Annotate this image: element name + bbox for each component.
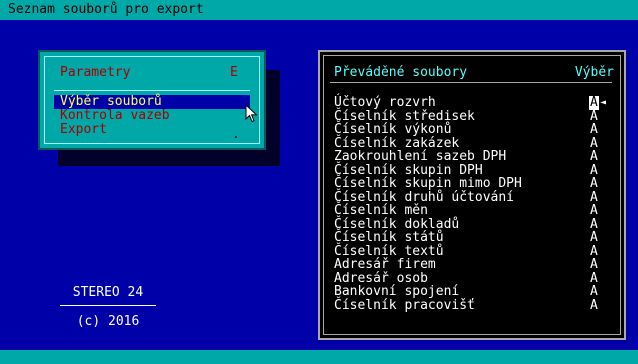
selection-flag[interactable]: A	[590, 244, 598, 259]
parameters-menu: Parametry E Výběr souborů Kontrola vazeb…	[38, 50, 266, 150]
selection-flag[interactable]: A	[590, 136, 598, 151]
selection-flag[interactable]: A	[590, 217, 598, 232]
selection-header-label: Výběr	[574, 65, 614, 80]
list-item[interactable]: Číselník zakázek A	[334, 135, 620, 151]
file-name: Číselník středisek	[334, 108, 475, 124]
list-item[interactable]: Číselník textů A	[334, 243, 620, 259]
selection-flag[interactable]: A	[589, 96, 599, 110]
status-bar	[0, 350, 638, 364]
menu-item-vyber-souboru[interactable]: Výběr souborů	[54, 95, 250, 109]
selection-flag[interactable]: A	[590, 123, 598, 137]
title-bar: Seznam souborů pro export	[0, 0, 638, 20]
file-name: Číselník zakázek	[334, 135, 460, 151]
menu-item-export[interactable]: Export	[60, 123, 107, 137]
menu-title: Parametry	[60, 65, 131, 80]
selection-flag[interactable]: A	[590, 285, 598, 299]
selection-flag[interactable]: A	[590, 190, 598, 205]
file-name: Číselník druhů účtování	[334, 189, 515, 205]
list-item[interactable]: Číselník států A	[334, 231, 620, 245]
selection-flag[interactable]: A	[590, 150, 598, 164]
selection-flag[interactable]: A	[590, 298, 598, 313]
files-panel: Převáděné soubory Výběr Účtový rozvrh A ◄ Č…	[318, 50, 626, 340]
list-item[interactable]: Číselník měn A	[334, 204, 620, 218]
left-triangle-icon: ◄	[600, 97, 607, 108]
file-list: Účtový rozvrh A ◄ Číselník středisek A Číseln…	[334, 96, 620, 312]
file-name: Bankovní spojení	[334, 284, 460, 299]
selection-flag[interactable]: A	[590, 109, 598, 124]
file-name: Účtový rozvrh	[334, 95, 436, 110]
menu-trailing-mark: .	[232, 127, 240, 142]
selection-flag[interactable]: A	[590, 177, 598, 191]
brand-divider	[60, 305, 156, 306]
list-item[interactable]: Účtový rozvrh A ◄	[334, 96, 620, 110]
list-item[interactable]: Číselník dokladů A	[334, 216, 620, 232]
list-item[interactable]: Číselník výkonů A	[334, 123, 620, 137]
file-name: Číselník skupin DPH	[334, 162, 483, 178]
brand-block: STEREO 24 (c) 2016	[60, 286, 156, 329]
file-name: Číselník výkonů	[334, 122, 452, 137]
selection-flag[interactable]: A	[590, 163, 598, 178]
brand-name: STEREO 24	[72, 285, 144, 300]
window-title: Seznam souborů pro export	[8, 2, 204, 17]
selection-flag[interactable]: A	[590, 258, 598, 272]
list-item[interactable]: Bankovní spojení A	[334, 285, 620, 299]
menu-title-key: E	[230, 65, 238, 80]
files-header-label: Převáděné soubory	[334, 65, 468, 80]
file-name: Adresář osob	[334, 270, 428, 286]
menu-divider	[54, 90, 250, 91]
list-item[interactable]: Číselník středisek A	[334, 108, 620, 124]
selection-flag[interactable]: A	[590, 231, 598, 245]
list-item[interactable]: Adresář firem A	[334, 258, 620, 272]
list-item[interactable]: Číselník skupin DPH A	[334, 162, 620, 178]
brand-copyright: (c) 2016	[76, 314, 140, 329]
list-item[interactable]: Číselník druhů účtování A	[334, 189, 620, 205]
file-name: Číselník pracovišť	[334, 297, 475, 313]
file-name: Číselník dokladů	[334, 216, 460, 232]
selection-flag[interactable]: A	[590, 204, 598, 218]
file-name: Číselník textů	[334, 243, 444, 259]
file-name: Zaokrouhlení sazeb DPH	[334, 149, 507, 164]
list-item[interactable]: Adresář osob A	[334, 270, 620, 286]
file-name: Číselník skupin mimo DPH	[334, 176, 522, 191]
file-name: Adresář firem	[334, 257, 436, 272]
files-header-divider	[330, 82, 612, 83]
list-item[interactable]: Číselník pracovišť A	[334, 297, 620, 313]
file-name: Číselník měn	[334, 203, 428, 218]
selection-flag[interactable]: A	[590, 271, 598, 286]
file-name: Číselník států	[334, 230, 444, 245]
list-item[interactable]: Zaokrouhlení sazeb DPH A	[334, 150, 620, 164]
menu-item-kontrola-vazeb[interactable]: Kontrola vazeb	[60, 109, 170, 123]
list-item[interactable]: Číselník skupin mimo DPH A	[334, 177, 620, 191]
mouse-pointer-icon	[245, 104, 258, 123]
